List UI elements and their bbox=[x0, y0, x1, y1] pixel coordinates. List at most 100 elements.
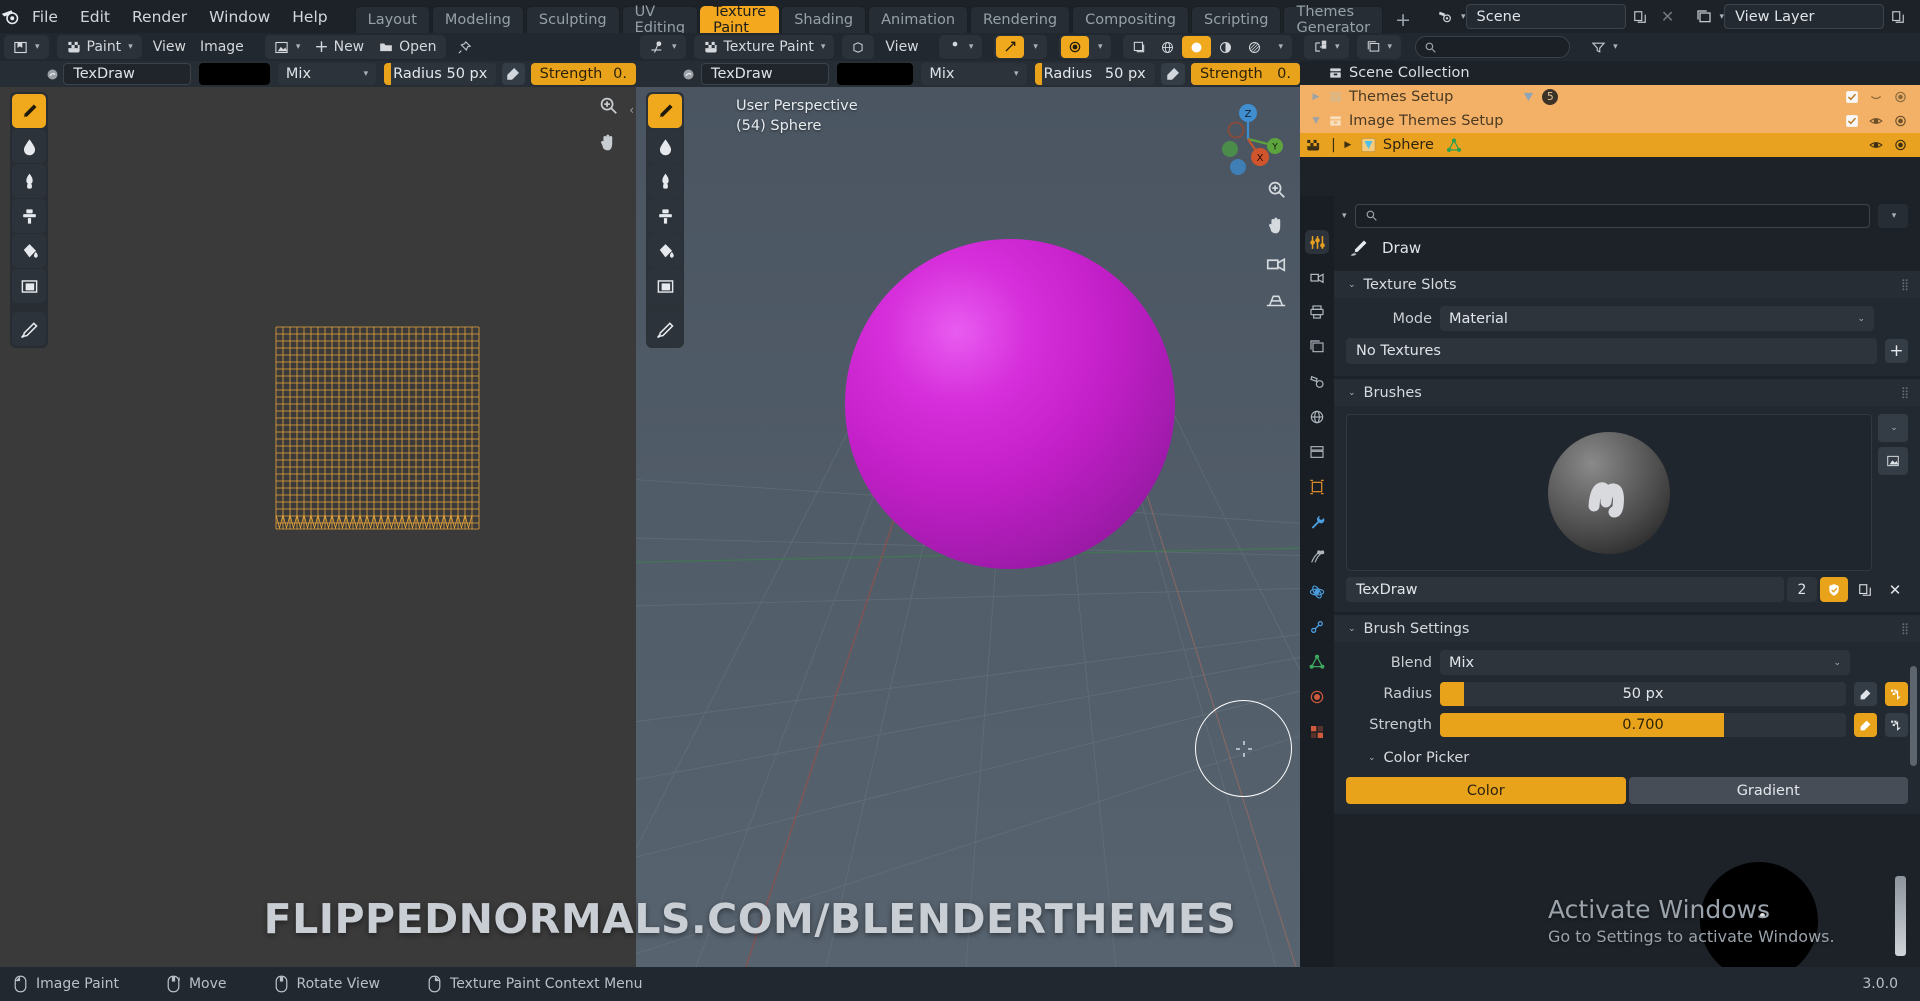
shading-wireframe-icon[interactable] bbox=[1153, 36, 1182, 58]
outliner[interactable]: Scene Collection ▶ Themes Setup 5 bbox=[1300, 61, 1920, 196]
properties-tab-texture[interactable] bbox=[1305, 720, 1329, 744]
sphere-expand-icon[interactable]: ▶ bbox=[1342, 140, 1354, 150]
radius-pen-pressure-icon[interactable] bbox=[1854, 682, 1877, 706]
pin-icon[interactable] bbox=[450, 36, 479, 58]
panel-brush-settings-header[interactable]: ⌄ Brush Settings ⣿ bbox=[1334, 615, 1920, 642]
vp-tool-soften[interactable] bbox=[648, 129, 682, 163]
brushes-chevron-down-icon[interactable]: ⌄ bbox=[1348, 388, 1356, 398]
strength-pen-pressure-icon[interactable] bbox=[1854, 713, 1877, 737]
vp-radius-pen-pressure-icon[interactable] bbox=[1161, 63, 1185, 85]
outliner-row-sphere[interactable]: | ▶ Sphere bbox=[1300, 133, 1920, 157]
viewport-mode-group[interactable]: Texture Paint ▾ bbox=[694, 35, 835, 59]
shading-group[interactable]: ▾ bbox=[1123, 35, 1292, 59]
tool-fill[interactable] bbox=[12, 234, 46, 268]
radius-unified-settings-icon[interactable] bbox=[1885, 682, 1908, 706]
brush-users-count[interactable]: 2 bbox=[1787, 577, 1817, 602]
brush-list-chevron-down-icon[interactable]: ⌄ bbox=[1878, 414, 1908, 442]
blend-select[interactable]: Mix ⌄ bbox=[1440, 650, 1850, 675]
properties-tab-constraints[interactable] bbox=[1305, 615, 1329, 639]
tab-compositing[interactable]: Compositing bbox=[1072, 6, 1189, 33]
tab-sculpting[interactable]: Sculpting bbox=[526, 6, 620, 33]
image-editor-view-menu[interactable]: View bbox=[146, 36, 193, 58]
visibility-icon[interactable]: ▾ bbox=[941, 36, 981, 58]
shading-chevron-down-icon[interactable]: ▾ bbox=[1269, 36, 1290, 58]
tab-layout[interactable]: Layout bbox=[355, 6, 430, 33]
properties-tab-physics[interactable] bbox=[1305, 580, 1329, 604]
brush-name-field[interactable]: TexDraw bbox=[63, 63, 191, 85]
snap-group[interactable]: ▾ bbox=[994, 35, 1047, 59]
radius-value-slider[interactable]: 50 px bbox=[1440, 682, 1846, 706]
scene-close-icon[interactable]: ✕ bbox=[1654, 4, 1682, 29]
panel-texture-slots-header[interactable]: ⌄ Texture Slots ⣿ bbox=[1334, 271, 1920, 298]
brush-settings-chevron-down-icon[interactable]: ⌄ bbox=[1348, 624, 1356, 634]
brush-preview-thumbnail[interactable] bbox=[1346, 414, 1872, 571]
texture-slots-mode-select[interactable]: Material ⌄ bbox=[1440, 306, 1874, 331]
tab-modeling[interactable]: Modeling bbox=[432, 6, 524, 33]
panel-drag-dots[interactable]: ⣿ bbox=[1901, 386, 1910, 399]
tool-annotate[interactable] bbox=[12, 312, 46, 346]
outliner-filter-icon[interactable]: ▾ bbox=[1584, 36, 1625, 58]
add-texture-slot-button[interactable]: + bbox=[1885, 339, 1908, 363]
properties-editor[interactable]: ▾ ▾ Draw ⌄ Texture Slots ⣿ bbox=[1300, 196, 1920, 967]
viewport-view-menu[interactable]: View bbox=[878, 36, 925, 58]
outliner-editor-type-group[interactable]: ▾ bbox=[1304, 35, 1349, 59]
properties-tab-material[interactable] bbox=[1305, 685, 1329, 709]
brush-unlink-x-icon[interactable]: ✕ bbox=[1882, 577, 1908, 602]
vp-tool-annotate[interactable] bbox=[648, 312, 682, 346]
outliner-display-mode-group[interactable]: ▾ bbox=[1357, 35, 1402, 59]
proportional-chevron-down-icon[interactable]: ▾ bbox=[1089, 36, 1110, 58]
tab-rendering[interactable]: Rendering bbox=[970, 6, 1070, 33]
tool-soften[interactable] bbox=[12, 129, 46, 163]
image-datablock-icon[interactable]: ▾ bbox=[267, 36, 308, 58]
eye-icon[interactable] bbox=[1868, 138, 1884, 152]
menu-file[interactable]: File bbox=[21, 5, 69, 29]
brush-name-field[interactable]: TexDraw bbox=[1346, 577, 1784, 602]
image-paint-mode-button[interactable]: Paint ▾ bbox=[59, 36, 140, 58]
tool-clone[interactable] bbox=[12, 199, 46, 233]
texture-paint-mode-button[interactable]: Texture Paint ▾ bbox=[696, 36, 833, 58]
outliner-editor-icon[interactable]: ▾ bbox=[1306, 36, 1347, 58]
strength-unified-settings-icon[interactable] bbox=[1885, 713, 1908, 737]
scene-selector[interactable]: ▾ Scene ✕ bbox=[1431, 4, 1682, 29]
tab-texture-paint[interactable]: Texture Paint bbox=[700, 6, 779, 33]
vp-tool-clone[interactable] bbox=[648, 199, 682, 233]
checkbox-checked-icon[interactable] bbox=[1845, 90, 1859, 104]
blend-mode-selector[interactable]: Mix ▾ bbox=[278, 63, 376, 85]
vp-tool-fill[interactable] bbox=[648, 234, 682, 268]
properties-options-dropdown[interactable]: ▾ bbox=[1878, 204, 1908, 228]
sphere-object[interactable] bbox=[845, 239, 1175, 569]
outliner-scene-collection-row[interactable]: Scene Collection bbox=[1300, 61, 1920, 85]
checkbox-checked-icon[interactable] bbox=[1845, 114, 1859, 128]
visibility-group[interactable]: ▾ bbox=[939, 35, 983, 59]
outliner-row-themes-setup[interactable]: ▶ Themes Setup 5 bbox=[1300, 85, 1920, 109]
vp-camera-icon[interactable] bbox=[1262, 249, 1290, 277]
scene-duplicate-icon[interactable] bbox=[1626, 4, 1654, 29]
vp-brush-name-field[interactable]: TexDraw bbox=[701, 63, 829, 85]
panel-color-picker-header[interactable]: ⌄ Color Picker bbox=[1346, 745, 1908, 771]
outliner-display-icon[interactable]: ▾ bbox=[1359, 36, 1400, 58]
proportional-group[interactable]: ▾ bbox=[1059, 35, 1112, 59]
viewport-object-group[interactable] bbox=[842, 35, 874, 59]
properties-tab-particles[interactable] bbox=[1305, 545, 1329, 569]
tab-shading[interactable]: Shading bbox=[781, 6, 866, 33]
tab-themes-generator[interactable]: Themes Generator bbox=[1283, 6, 1383, 33]
image-editor-type-group[interactable]: ▾ bbox=[4, 35, 49, 59]
strength-slider[interactable]: Strength 0. bbox=[531, 63, 636, 85]
object-icon[interactable] bbox=[844, 36, 872, 58]
vp-hand-icon[interactable] bbox=[1262, 212, 1290, 240]
menu-window[interactable]: Window bbox=[198, 5, 281, 29]
radius-slider[interactable]: Radius 50 px bbox=[384, 63, 496, 85]
menu-help[interactable]: Help bbox=[281, 5, 338, 29]
closed-eye-icon[interactable] bbox=[1868, 90, 1884, 104]
vp-tool-mask[interactable] bbox=[648, 269, 682, 303]
snap-magnet-icon[interactable] bbox=[996, 36, 1024, 58]
vp-tool-smear[interactable] bbox=[648, 164, 682, 198]
image-datablock-group[interactable]: ▾ + New Open bbox=[265, 35, 446, 59]
camera-icon[interactable] bbox=[1893, 90, 1908, 104]
vp-strength-slider[interactable]: Strength 0. bbox=[1191, 63, 1300, 85]
properties-tab-scene[interactable] bbox=[1305, 370, 1329, 394]
brush-image-icon[interactable] bbox=[1878, 447, 1908, 475]
brush-fake-user-shield-check-icon[interactable] bbox=[1820, 577, 1848, 602]
tab-scripting[interactable]: Scripting bbox=[1191, 6, 1281, 33]
open-image-button[interactable]: Open bbox=[371, 36, 443, 58]
